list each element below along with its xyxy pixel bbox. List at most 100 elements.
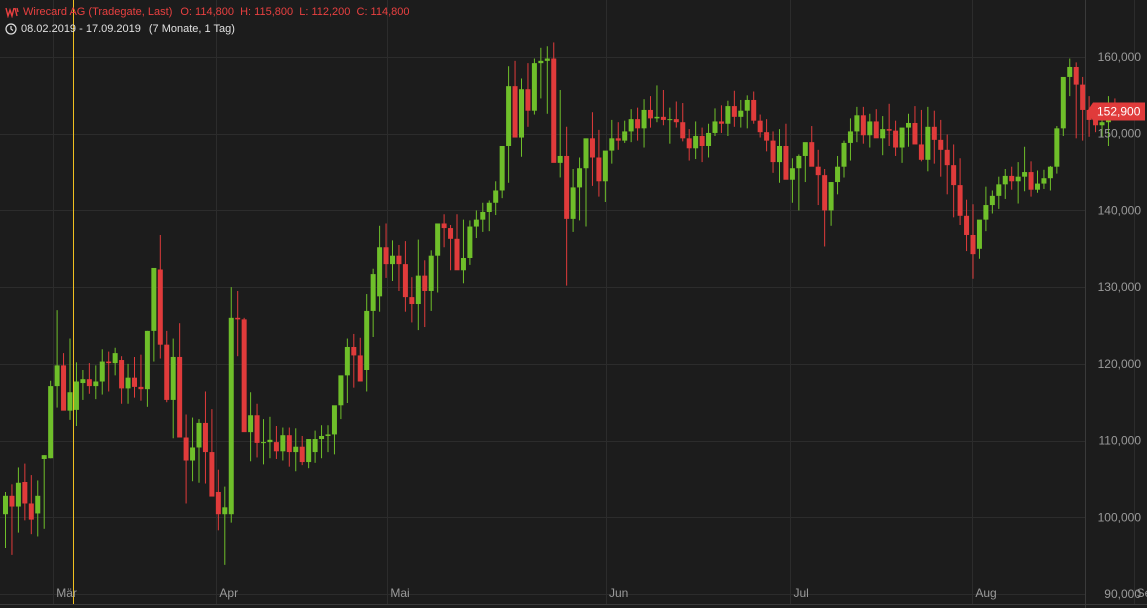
candle-body xyxy=(93,381,99,387)
candle-body xyxy=(1067,66,1073,77)
candle-body xyxy=(918,144,924,160)
candle-body xyxy=(112,353,118,364)
last-price-tag: 152,900 xyxy=(1087,102,1145,121)
candle-body xyxy=(925,126,931,160)
candle-body xyxy=(325,434,331,436)
candle-body xyxy=(448,228,454,239)
ohlc-values: O: 114,800 H: 115,800 L: 112,200 C: 114,… xyxy=(180,6,410,18)
candle-body xyxy=(809,142,815,167)
candle-body xyxy=(493,190,499,203)
candle-body xyxy=(622,131,628,141)
candle-body xyxy=(106,361,112,364)
candle-body xyxy=(222,507,228,515)
x-tick-label: Jun xyxy=(609,586,628,600)
candle-body xyxy=(970,234,976,255)
candle-body xyxy=(499,145,505,191)
candle-body xyxy=(54,365,60,387)
instrument-row: Wirecard AG (Tradegate, Last) O: 114,800… xyxy=(5,5,410,19)
x-tick-label: Mär xyxy=(56,586,77,600)
candle-body xyxy=(983,205,989,220)
candle-body xyxy=(254,415,260,443)
candle-body xyxy=(525,89,531,111)
candle-body xyxy=(460,257,466,271)
x-tick-label: Jul xyxy=(793,586,808,600)
candle-body xyxy=(822,175,828,211)
candle-body xyxy=(789,168,795,180)
candle-body xyxy=(873,121,879,139)
candle-body xyxy=(609,138,615,151)
candle-body xyxy=(125,377,131,389)
last-price-label: 152,900 xyxy=(1097,104,1141,118)
candle-body xyxy=(912,122,918,145)
candle-body xyxy=(738,110,744,117)
candle-body xyxy=(473,219,479,227)
candle-body xyxy=(615,138,621,141)
candle-body xyxy=(202,422,208,453)
candle-body xyxy=(796,155,802,169)
candle xyxy=(551,42,557,163)
y-tick-label: 120,000 xyxy=(1098,357,1142,371)
y-tick-label: 160,000 xyxy=(1098,50,1142,64)
candle-body xyxy=(22,481,28,504)
candle-body xyxy=(564,155,570,219)
period-row: 08.02.2019 - 17.09.2019 (7 Monate, 1 Tag… xyxy=(5,22,410,36)
candle-body xyxy=(577,168,583,188)
candle-body xyxy=(835,166,841,183)
y-tick-label: 140,000 xyxy=(1098,203,1142,217)
candle-body xyxy=(273,442,279,452)
candle-body xyxy=(828,182,834,211)
candle-body xyxy=(319,435,325,440)
candle-body xyxy=(583,138,589,169)
candle-body xyxy=(667,119,673,121)
candle-body xyxy=(454,238,460,271)
y-tick-label: 150,000 xyxy=(1098,127,1142,141)
candle-body xyxy=(744,99,750,111)
candle-body xyxy=(589,138,595,158)
candle-body xyxy=(602,150,608,182)
candle-body xyxy=(48,386,54,459)
candle-body xyxy=(706,132,712,146)
candle-body xyxy=(235,317,241,320)
candle-body xyxy=(383,247,389,265)
candle-body xyxy=(132,377,137,387)
candle-body xyxy=(996,184,1002,196)
candle-body xyxy=(390,255,395,265)
candle-body xyxy=(757,120,763,133)
candle-body xyxy=(41,455,47,459)
candle-body xyxy=(596,157,602,182)
clock-icon xyxy=(5,23,17,35)
candle-body xyxy=(280,435,286,452)
candle-body xyxy=(415,275,421,305)
y-tick-label: 100,000 xyxy=(1098,510,1142,524)
candle-body xyxy=(435,223,441,256)
candle-body xyxy=(725,106,731,124)
candle-body xyxy=(67,392,73,411)
y-tick-label: 110,000 xyxy=(1099,434,1142,448)
x-tick-label: Aug xyxy=(975,586,996,600)
candle-body xyxy=(531,63,537,111)
candle-body xyxy=(570,187,576,219)
candle-body xyxy=(880,129,886,139)
candle-body xyxy=(847,131,853,143)
candle-body xyxy=(1093,119,1099,126)
candle-body xyxy=(1060,76,1066,129)
candle-body xyxy=(86,379,92,387)
candle-body xyxy=(396,255,402,265)
candle-body xyxy=(15,482,21,507)
candle-body xyxy=(906,122,911,128)
candle-body xyxy=(312,439,318,453)
period-duration: (7 Monate, 1 Tag) xyxy=(148,23,235,35)
candle xyxy=(1060,76,1066,137)
candle-body xyxy=(170,356,176,400)
candle-body xyxy=(267,439,273,443)
candle-body xyxy=(628,119,634,132)
candle-body xyxy=(364,310,370,370)
candle-body xyxy=(699,136,705,146)
candle-body xyxy=(1054,128,1060,167)
candle-body xyxy=(654,116,660,119)
candle-body xyxy=(151,267,157,331)
candle-body xyxy=(938,139,944,150)
candle-body xyxy=(370,274,376,311)
candle-body xyxy=(3,495,8,515)
candle-body xyxy=(1099,122,1105,126)
